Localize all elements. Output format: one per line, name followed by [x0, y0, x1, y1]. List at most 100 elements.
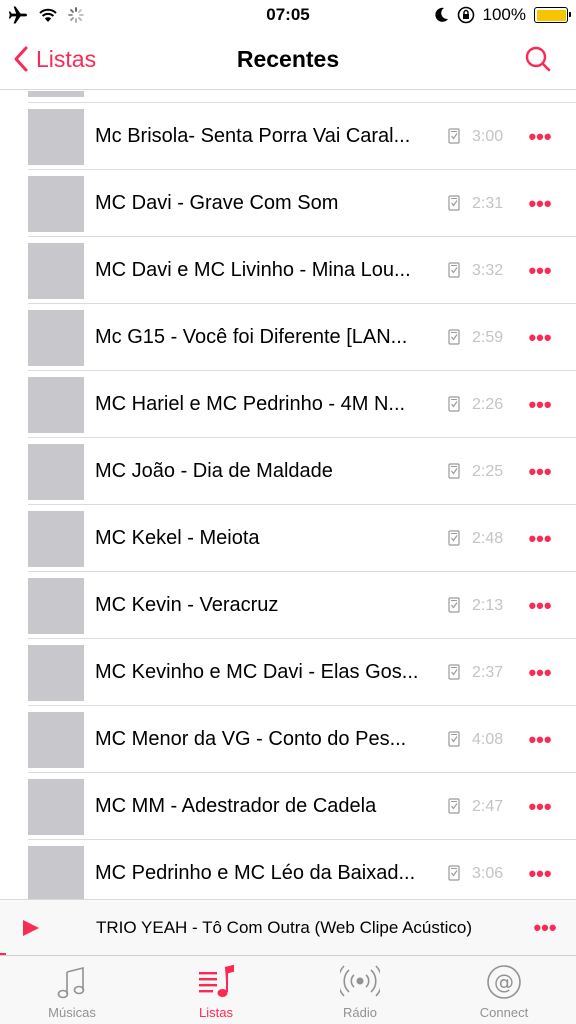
search-icon[interactable] [524, 45, 552, 73]
radio-icon [340, 965, 380, 997]
downloaded-icon [448, 530, 460, 546]
song-title: MC Kevinho e MC Davi - Elas Gos... [95, 661, 419, 683]
more-options-button[interactable]: ••• [526, 706, 554, 773]
list-item[interactable]: Mc G15 - Você foi Diferente [LAN... 2:59 •… [0, 304, 576, 371]
more-options-button[interactable]: ••• [526, 103, 554, 170]
song-title: MC Kevin - Veracruz [95, 594, 279, 616]
album-artwork [28, 645, 84, 701]
connect-icon: @ [487, 965, 521, 999]
song-duration: 2:37 [472, 664, 504, 681]
list-item[interactable]: MC Kevinho e MC Davi - Elas Gos... 2:37 ••… [0, 639, 576, 706]
moon-icon [434, 7, 448, 22]
more-options-button[interactable]: ••• [526, 840, 554, 899]
album-artwork [28, 91, 84, 97]
battery-level [536, 9, 566, 21]
tab-label-radio: Rádio [343, 1005, 377, 1020]
song-title: Mc G15 - Você foi Diferente [LAN... [95, 326, 408, 348]
song-duration: 2:31 [472, 195, 504, 212]
now-playing-more-button[interactable]: ••• [530, 900, 560, 956]
song-title: MC Hariel e MC Pedrinho - 4M N... [95, 393, 406, 415]
tab-bar: Músicas Listas Rádio @ Connect [0, 955, 576, 1024]
music-note-icon [57, 966, 85, 999]
mini-player[interactable]: TRIO YEAH - Tô Com Outra (Web Clipe Acús… [0, 899, 576, 955]
list-item[interactable]: MC Davi e MC Livinho - Mina Lou... 3:32 ••… [0, 237, 576, 304]
song-duration: 2:48 [472, 530, 504, 547]
song-duration: 2:47 [472, 798, 504, 815]
list-item[interactable]: MC Menor da VG - Conto do Pes... 4:08 ••• [0, 706, 576, 773]
downloaded-icon [448, 798, 460, 814]
song-title: MC Menor da VG - Conto do Pes... [95, 728, 407, 750]
playlist-icon [199, 964, 234, 997]
album-artwork [28, 779, 84, 835]
song-title: MC Kekel - Meiota [95, 527, 260, 549]
navigation-bar: Listas Recentes [0, 30, 576, 90]
downloaded-icon [448, 262, 460, 278]
downloaded-icon [448, 463, 460, 479]
list-item[interactable]: Mc Brisola- Senta Porra Vai Caral... 3:00… [0, 103, 576, 170]
downloaded-icon [448, 195, 460, 211]
more-options-button[interactable]: ••• [526, 572, 554, 639]
rotation-lock-icon [457, 6, 474, 24]
tab-label-musicas: Músicas [48, 1005, 96, 1020]
song-duration: 2:13 [472, 597, 504, 614]
more-options-button[interactable]: ••• [526, 170, 554, 237]
more-options-button[interactable]: ••• [526, 237, 554, 304]
tab-listas[interactable]: Listas [144, 956, 288, 1024]
tab-musicas[interactable]: Músicas [0, 956, 144, 1024]
album-artwork [28, 109, 84, 165]
more-options-button[interactable]: ••• [526, 304, 554, 371]
more-options-button[interactable]: ••• [526, 371, 554, 438]
album-artwork [28, 444, 84, 500]
album-artwork [28, 243, 84, 299]
downloaded-icon [448, 664, 460, 680]
page-title: Recentes [236, 46, 340, 72]
list-item[interactable]: MC Hariel e MC Pedrinho - 4M N... 2:26 ••• [0, 371, 576, 438]
more-options-button[interactable]: ••• [526, 505, 554, 572]
song-duration: 3:00 [472, 128, 504, 145]
more-options-button[interactable]: ••• [526, 438, 554, 505]
more-options-button[interactable]: ••• [526, 639, 554, 706]
tab-radio[interactable]: Rádio [288, 956, 432, 1024]
album-artwork [28, 377, 84, 433]
song-title: MC Davi - Grave Com Som [95, 192, 339, 214]
song-title: MC Pedrinho e MC Léo da Baixad... [95, 862, 416, 884]
svg-text:@: @ [494, 970, 514, 994]
more-options-button[interactable]: ••• [526, 773, 554, 840]
song-duration: 3:32 [472, 262, 504, 279]
song-list[interactable]: Mc Brisola- Senta Porra Vai Caral... 3:00… [0, 91, 576, 899]
list-item[interactable]: MC MM - Adestrador de Cadela 2:47 ••• [0, 773, 576, 840]
album-artwork [28, 578, 84, 634]
song-duration: 2:59 [472, 329, 504, 346]
song-title: MC MM - Adestrador de Cadela [95, 795, 377, 817]
play-icon[interactable] [22, 919, 40, 937]
downloaded-icon [448, 597, 460, 613]
album-artwork [28, 511, 84, 567]
list-item[interactable]: MC Davi - Grave Com Som 2:31 ••• [0, 170, 576, 237]
status-right: 100% [434, 4, 571, 26]
album-artwork [28, 846, 84, 899]
list-item-partial[interactable] [0, 91, 576, 103]
song-title: Mc Brisola- Senta Porra Vai Caral... [95, 125, 411, 147]
downloaded-icon [448, 396, 460, 412]
list-item[interactable]: MC Kevin - Veracruz 2:13 ••• [0, 572, 576, 639]
now-playing-title[interactable]: TRIO YEAH - Tô Com Outra (Web Clipe Acús… [96, 900, 506, 956]
battery-percent: 100% [482, 5, 526, 24]
album-artwork [28, 310, 84, 366]
song-duration: 3:06 [472, 865, 504, 882]
song-duration: 4:08 [472, 731, 504, 748]
downloaded-icon [448, 865, 460, 881]
list-item[interactable]: MC Kekel - Meiota 2:48 ••• [0, 505, 576, 572]
tab-label-connect: Connect [479, 1005, 529, 1020]
list-item[interactable]: MC Pedrinho e MC Léo da Baixad... 3:06 ••• [0, 840, 576, 899]
song-duration: 2:25 [472, 463, 504, 480]
list-item[interactable]: MC João - Dia de Maldade 2:25 ••• [0, 438, 576, 505]
song-duration: 2:26 [472, 396, 504, 413]
downloaded-icon [448, 731, 460, 747]
battery-icon [534, 7, 571, 23]
tab-connect[interactable]: @ Connect [432, 956, 576, 1024]
song-title: MC João - Dia de Maldade [95, 460, 333, 482]
downloaded-icon [448, 329, 460, 345]
song-title: MC Davi e MC Livinho - Mina Lou... [95, 259, 411, 281]
status-bar: 07:05 100% [0, 0, 576, 30]
tab-label-listas: Listas [199, 1005, 233, 1020]
